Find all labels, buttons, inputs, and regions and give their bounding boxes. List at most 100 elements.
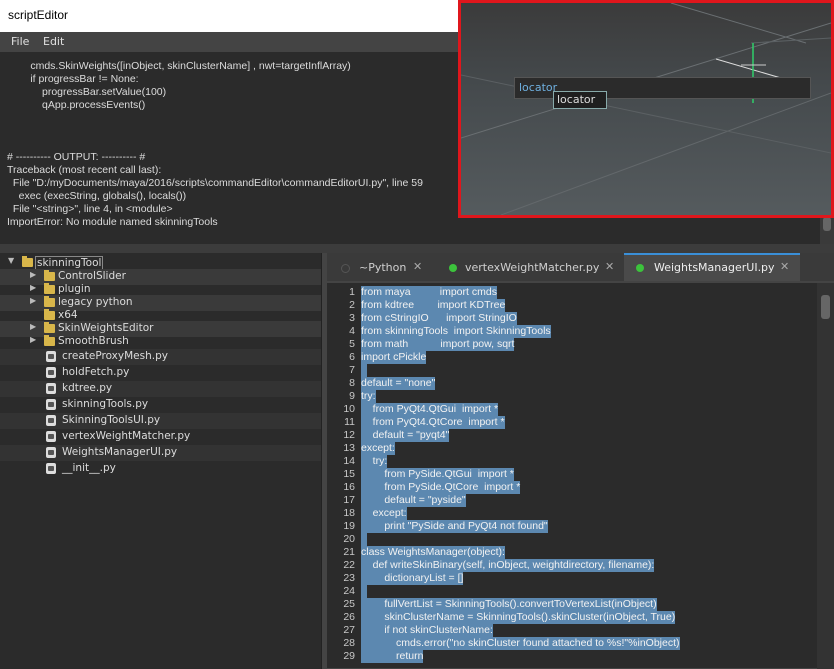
tab-label: vertexWeightMatcher.py: [465, 261, 600, 274]
tree-item[interactable]: skinningTools.py: [0, 397, 321, 413]
code-line-text: import cPickle: [361, 351, 427, 364]
line-number: 11: [344, 416, 355, 428]
viewport-popup-item[interactable]: locator: [553, 91, 607, 109]
code-line: skinClusterName = SkinningTools().skinCl…: [361, 611, 676, 624]
maya-viewport[interactable]: locator locator: [458, 0, 834, 218]
line-number: 5: [349, 338, 355, 350]
tree-item-label: skinningTool: [35, 256, 104, 270]
expand-arrow-icon[interactable]: ▶: [30, 283, 36, 292]
python-file-icon: [46, 367, 56, 378]
collapse-arrow-icon[interactable]: ▼: [8, 256, 14, 265]
tree-item[interactable]: WeightsManagerUI.py: [0, 445, 321, 461]
expand-arrow-icon[interactable]: ▶: [30, 296, 36, 305]
tree-item-label: holdFetch.py: [62, 366, 130, 378]
expand-arrow-icon[interactable]: ▶: [30, 270, 36, 279]
code-line-text: from kdtree import KDTree: [361, 299, 506, 312]
line-number: 21: [343, 546, 355, 558]
tab-status-icon: [449, 264, 457, 272]
tree-item[interactable]: __init__.py: [0, 461, 321, 477]
code-line: from PySide.QtCore import *: [361, 481, 521, 494]
line-number: 9: [349, 390, 355, 402]
code-line: import cPickle: [361, 351, 427, 364]
code-line: from skinningTools import SkinningTools: [361, 325, 551, 338]
folder-icon: [44, 296, 55, 307]
code-line: fullVertList = SkinningTools().convertTo…: [361, 598, 657, 611]
code-line: except:: [361, 442, 395, 455]
code-line-text: from skinningTools import SkinningTools: [361, 325, 551, 338]
tree-item-label: __init__.py: [62, 462, 116, 474]
line-number: 14: [343, 455, 355, 467]
editor-scroll-thumb[interactable]: [821, 295, 830, 319]
code-line-text: try:: [361, 455, 388, 468]
tree-item-label: skinningTools.py: [62, 398, 149, 410]
line-number: 16: [343, 481, 355, 493]
line-number: 27: [343, 624, 355, 636]
editor-scrollbar[interactable]: [817, 283, 834, 669]
file-tree[interactable]: ▼ skinningTool ▶ ControlSlider ▶ plugin …: [0, 253, 322, 669]
code-line: from kdtree import KDTree: [361, 299, 506, 312]
python-file-icon: [46, 383, 56, 394]
code-line: try:: [361, 390, 376, 403]
tree-item-label: kdtree.py: [62, 382, 113, 394]
code-line: from math import pow, sqrt: [361, 338, 515, 351]
code-line-text: def writeSkinBinary(self, inObject, weig…: [361, 559, 655, 572]
code-line-text: dictionaryList = []: [361, 572, 464, 585]
code-line-text: from PyQt4.QtCore import *: [361, 416, 505, 429]
folder-icon: [44, 283, 55, 294]
menu-edit[interactable]: Edit: [43, 35, 64, 48]
menu-file[interactable]: File: [11, 35, 29, 48]
line-number-gutter: 1 2 3 4 5 6 7 8 9 10 11 12 13 14 15 16 17 18 19 20 21 22 23 24 2…: [327, 283, 359, 668]
code-line: return: [361, 650, 424, 663]
line-number: 17: [343, 494, 355, 506]
panel-splitter[interactable]: [0, 244, 834, 253]
line-number: 20: [343, 533, 355, 545]
close-icon[interactable]: ✕: [413, 260, 422, 273]
code-line: from PyQt4.QtCore import *: [361, 416, 505, 429]
expand-arrow-icon[interactable]: ▶: [30, 322, 36, 331]
code-line: from PyQt4.QtGui import *: [361, 403, 499, 416]
tree-item-label: WeightsManagerUI.py: [62, 446, 178, 458]
tab-vertexweightmatcher[interactable]: vertexWeightMatcher.py ✕: [437, 255, 625, 279]
code-editor: ~Python ✕ vertexWeightMatcher.py ✕ Weigh…: [327, 253, 834, 669]
tree-item-label: SkinWeightsEditor: [58, 322, 154, 334]
tree-item-label: ControlSlider: [58, 270, 126, 282]
code-line-text: default = "pyqt4": [361, 429, 450, 442]
tree-item[interactable]: createProxyMesh.py: [0, 349, 321, 365]
code-line-text: return: [361, 650, 424, 663]
code-line: if not skinClusterName:: [361, 624, 493, 637]
code-line: from PySide.QtGui import *: [361, 468, 514, 481]
code-line-text: from math import pow, sqrt: [361, 338, 515, 351]
expand-arrow-icon[interactable]: ▶: [30, 335, 36, 344]
folder-icon: [44, 309, 55, 320]
line-number: 15: [343, 468, 355, 480]
code-line-text: try:: [361, 390, 376, 403]
line-number: 10: [343, 403, 355, 415]
code-line-text: except:: [361, 507, 407, 520]
folder-icon: [44, 322, 55, 333]
tab-status-icon: [636, 264, 644, 272]
code-line: [361, 364, 367, 377]
code-line-text: if not skinClusterName:: [361, 624, 493, 637]
code-line: from cStringIO import StringIO: [361, 312, 517, 325]
line-number: 25: [343, 598, 355, 610]
tree-item[interactable]: kdtree.py: [0, 381, 321, 397]
line-number: 1: [349, 286, 355, 298]
folder-icon: [22, 256, 33, 267]
code-line-text: skinClusterName = SkinningTools().skinCl…: [361, 611, 676, 624]
tab-python[interactable]: ~Python ✕: [331, 255, 431, 279]
output-scroll-thumb[interactable]: [823, 217, 831, 231]
python-file-icon: [46, 463, 56, 474]
tree-item-label: legacy python: [58, 296, 133, 308]
line-number: 18: [343, 507, 355, 519]
code-area[interactable]: 1 2 3 4 5 6 7 8 9 10 11 12 13 14 15 16 17 18 19 20 21 22 23 24 2…: [327, 283, 817, 668]
tab-weightsmanagerui[interactable]: WeightsManagerUI.py ✕: [624, 253, 800, 281]
tree-item[interactable]: holdFetch.py: [0, 365, 321, 381]
python-file-icon: [46, 447, 56, 458]
tree-item[interactable]: SkinningToolsUI.py: [0, 413, 321, 429]
tree-item[interactable]: vertexWeightMatcher.py: [0, 429, 321, 445]
line-number: 6: [349, 351, 355, 363]
line-number: 3: [349, 312, 355, 324]
close-icon[interactable]: ✕: [780, 260, 789, 273]
close-icon[interactable]: ✕: [605, 260, 614, 273]
tree-item[interactable]: ▶ SmoothBrush: [0, 334, 321, 350]
